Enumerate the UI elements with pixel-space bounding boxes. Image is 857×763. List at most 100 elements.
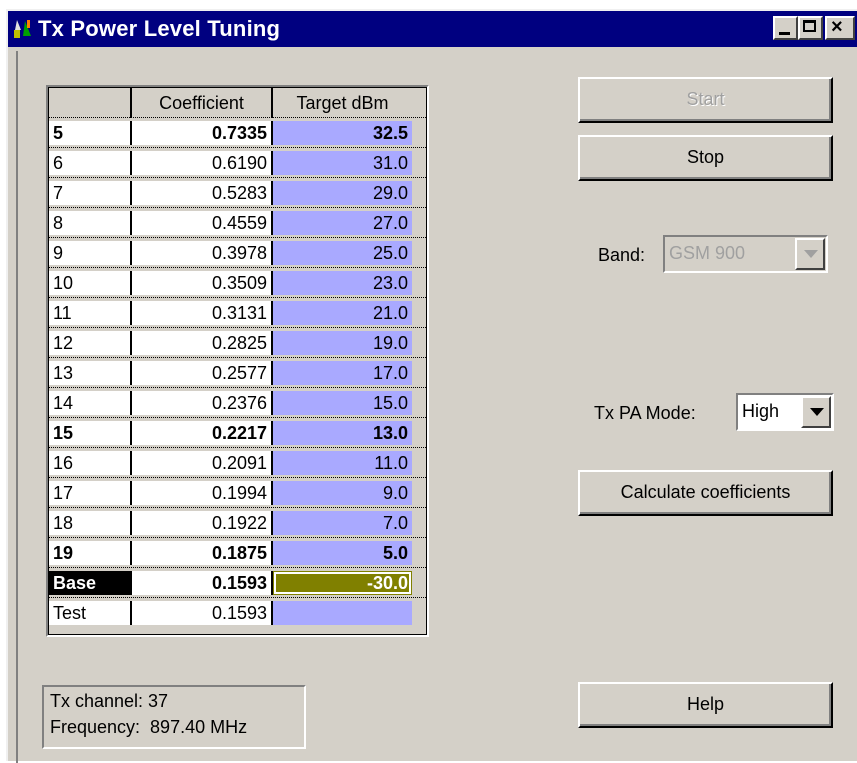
target-dbm-cell[interactable]: 31.0 [273, 151, 412, 175]
target-dbm-cell[interactable]: 27.0 [273, 211, 412, 235]
coefficient-cell[interactable]: 0.5283 [132, 181, 273, 205]
coefficient-cell[interactable]: 0.2091 [132, 451, 273, 475]
help-label: Help [686, 694, 725, 714]
coefficient-cell[interactable]: 0.3509 [132, 271, 273, 295]
target-dbm-cell[interactable]: 25.0 [273, 241, 412, 265]
band-label: Band: [598, 245, 646, 265]
frame-edge [16, 51, 18, 763]
pa-mode-label: Tx PA Mode: [594, 403, 696, 423]
band-select[interactable]: GSM 900 [663, 235, 828, 273]
minimize-button[interactable] [773, 16, 798, 40]
pa-mode-dropdown-arrow[interactable] [801, 396, 831, 428]
chevron-down-icon [804, 250, 818, 258]
coefficient-cell[interactable]: 0.6190 [132, 151, 273, 175]
row-label-cell: 9 [49, 241, 132, 265]
row-label-cell: 6 [49, 151, 132, 175]
window-title: Tx Power Level Tuning [38, 16, 281, 41]
row-divider [49, 267, 426, 268]
row-label-cell: 15 [49, 421, 132, 445]
pa-mode-select[interactable]: High [736, 393, 834, 431]
row-divider [49, 117, 426, 118]
row-label-cell: 16 [49, 451, 132, 475]
start-button[interactable]: Start [578, 77, 833, 123]
stop-button[interactable]: Stop [578, 135, 833, 181]
row-label-cell: 10 [49, 271, 132, 295]
target-dbm-header[interactable]: Target dBm [273, 88, 412, 118]
row-label-cell: 14 [49, 391, 132, 415]
close-button[interactable]: × [825, 16, 855, 40]
target-dbm-cell[interactable]: 19.0 [273, 331, 412, 355]
minimize-icon [779, 32, 790, 35]
target-dbm-cell[interactable]: 13.0 [273, 421, 412, 445]
coefficient-cell[interactable]: 0.1994 [132, 481, 273, 505]
target-dbm-cell[interactable]: 21.0 [273, 301, 412, 325]
calculate-coefficients-button[interactable]: Calculate coefficients [578, 470, 833, 516]
coefficient-cell[interactable]: 0.1593 [132, 601, 273, 625]
target-dbm-cell[interactable]: 32.5 [273, 121, 412, 145]
target-dbm-cell[interactable]: 15.0 [273, 391, 412, 415]
coefficient-grid[interactable]: Coefficient Target dBm 5 0.7335 32.5 6 0.619… [46, 85, 429, 637]
row-divider [49, 177, 426, 178]
row-divider [49, 327, 426, 328]
target-dbm-cell[interactable]: 5.0 [273, 541, 412, 565]
target-dbm-cell[interactable]: 11.0 [273, 451, 412, 475]
row-label-cell: 11 [49, 301, 132, 325]
stop-label: Stop [686, 147, 725, 167]
title-bar[interactable]: Tx Power Level Tuning × [8, 11, 857, 47]
coefficient-cell[interactable]: 0.1593 [132, 571, 273, 595]
target-dbm-cell[interactable]: -30.0 [273, 571, 412, 595]
row-divider [49, 357, 426, 358]
help-button[interactable]: Help [578, 682, 833, 728]
coefficient-cell[interactable]: 0.1875 [132, 541, 273, 565]
coefficient-cell[interactable]: 0.2577 [132, 361, 273, 385]
row-divider [49, 147, 426, 148]
maximize-button[interactable] [798, 16, 823, 40]
row-label-cell: 7 [49, 181, 132, 205]
pa-mode-value: High [742, 401, 780, 421]
app-icon [14, 20, 31, 38]
coefficient-header[interactable]: Coefficient [132, 88, 273, 118]
row-label-cell: 13 [49, 361, 132, 385]
tx-channel-text: Tx channel: 37 [50, 691, 169, 711]
row-divider [49, 567, 426, 568]
row-divider [49, 537, 426, 538]
tx-power-window: Tx Power Level Tuning × Coefficient Targ… [6, 9, 857, 763]
coefficient-cell[interactable]: 0.3131 [132, 301, 273, 325]
row-divider [49, 597, 426, 598]
row-label-cell: Test [49, 601, 132, 625]
coefficient-cell[interactable]: 0.3978 [132, 241, 273, 265]
grid-header-corner [49, 88, 132, 118]
band-dropdown-arrow[interactable] [795, 238, 825, 270]
row-label-cell: 17 [49, 481, 132, 505]
row-label-cell: 8 [49, 211, 132, 235]
row-divider [49, 237, 426, 238]
close-icon: × [831, 16, 843, 38]
coefficient-cell[interactable]: 0.2825 [132, 331, 273, 355]
start-label: Start [686, 89, 725, 109]
row-label-cell: 18 [49, 511, 132, 535]
target-dbm-cell[interactable]: 23.0 [273, 271, 412, 295]
row-divider [49, 417, 426, 418]
chevron-down-icon [810, 408, 824, 416]
target-dbm-cell[interactable]: 17.0 [273, 361, 412, 385]
row-divider [49, 447, 426, 448]
coefficient-cell[interactable]: 0.7335 [132, 121, 273, 145]
coefficient-cell[interactable]: 0.4559 [132, 211, 273, 235]
coefficient-cell[interactable]: 0.1922 [132, 511, 273, 535]
row-divider [49, 387, 426, 388]
row-label-cell: 19 [49, 541, 132, 565]
channel-info-box: Tx channel: 37 Frequency: 897.40 MHz [42, 685, 306, 749]
target-dbm-cell[interactable]: 9.0 [273, 481, 412, 505]
target-dbm-cell[interactable]: 29.0 [273, 181, 412, 205]
target-dbm-cell[interactable]: 7.0 [273, 511, 412, 535]
row-divider [49, 477, 426, 478]
frequency-text: Frequency: 897.40 MHz [50, 717, 248, 737]
band-value: GSM 900 [669, 243, 746, 263]
row-divider [49, 297, 426, 298]
row-divider [49, 207, 426, 208]
coefficient-cell[interactable]: 0.2376 [132, 391, 273, 415]
target-dbm-cell[interactable] [273, 601, 412, 625]
coefficient-cell[interactable]: 0.2217 [132, 421, 273, 445]
row-label-cell: Base [49, 571, 132, 595]
row-label-cell: 12 [49, 331, 132, 355]
